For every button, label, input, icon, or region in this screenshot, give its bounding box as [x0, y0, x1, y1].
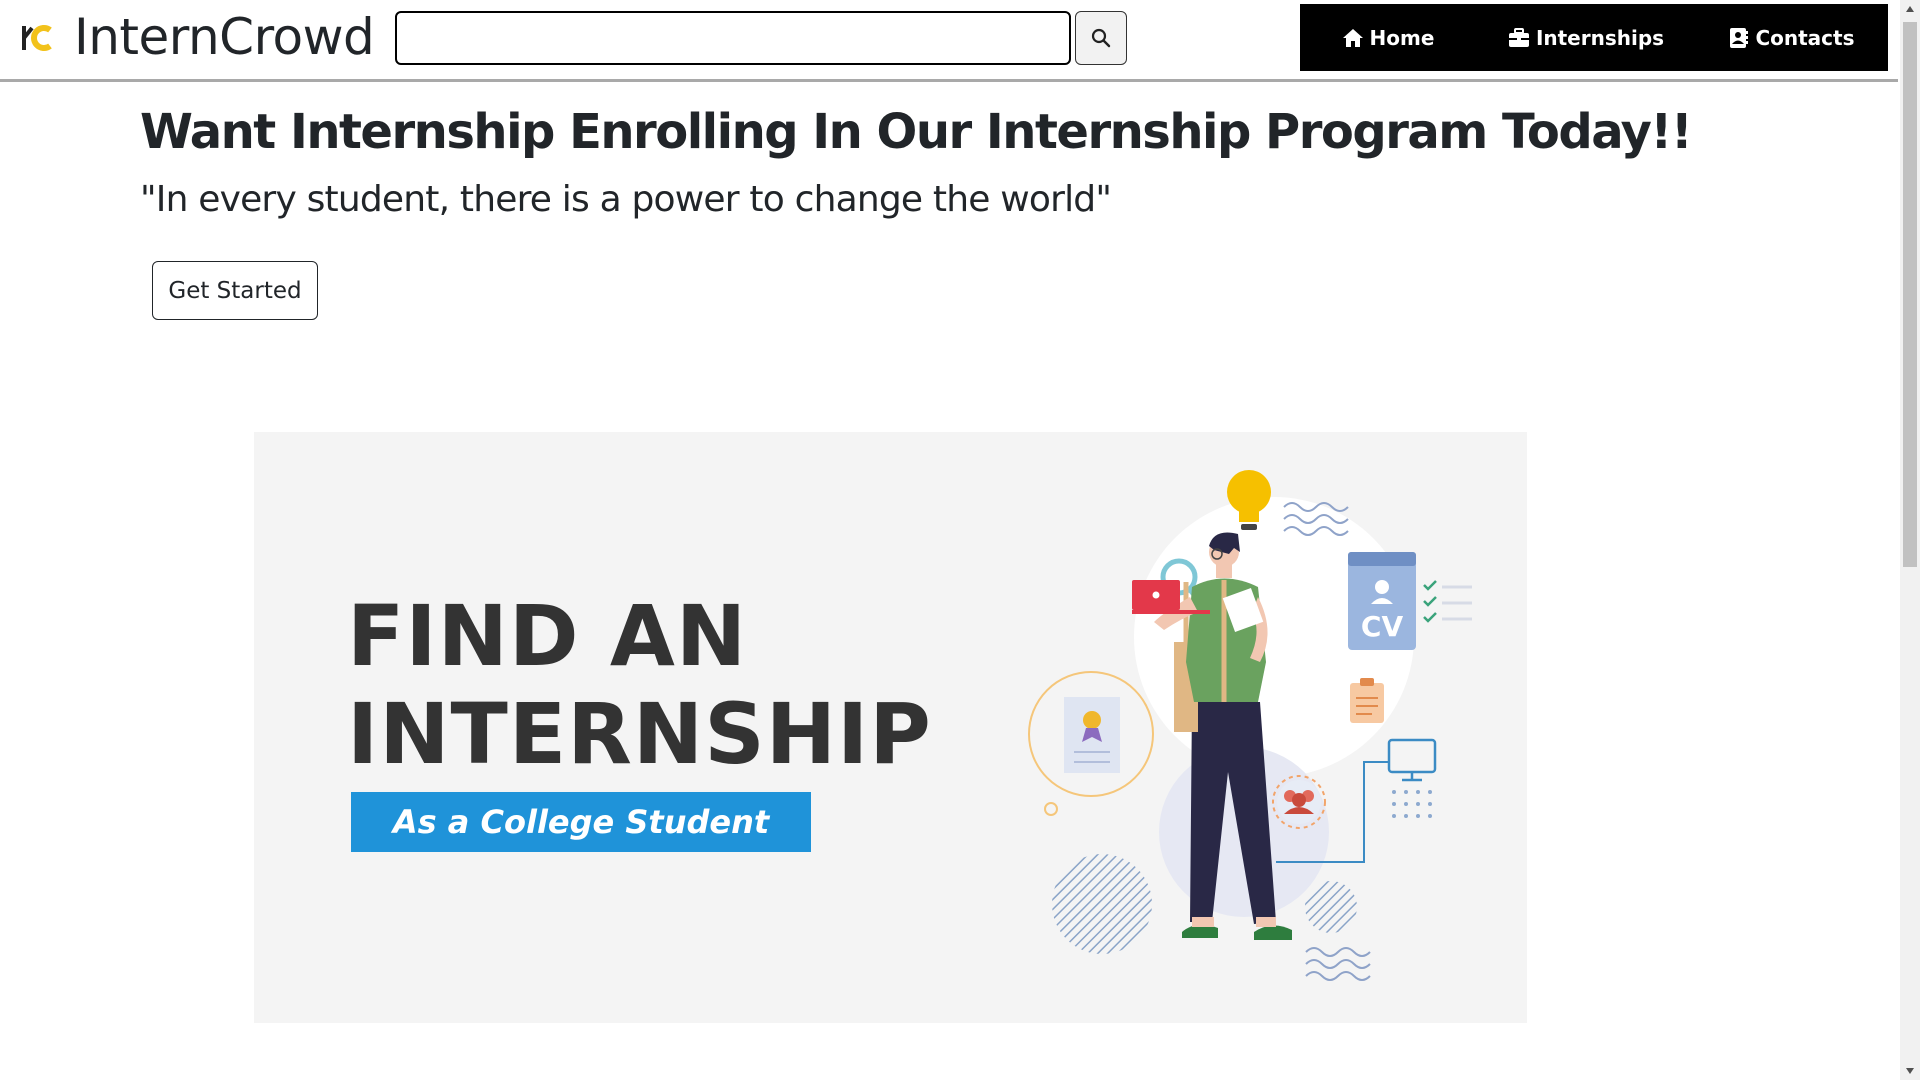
scroll-down-arrow-icon[interactable] [1900, 1062, 1920, 1080]
get-started-button[interactable]: Get Started [152, 261, 318, 320]
briefcase-icon [1508, 27, 1529, 47]
nav-contacts[interactable]: Contacts [1696, 4, 1888, 71]
scroll-up-arrow-icon[interactable] [1900, 0, 1920, 18]
page-title: Want Internship Enrolling In Our Interns… [140, 104, 1693, 160]
hatched-circle-decoration [1052, 854, 1152, 954]
checklist-lines [1442, 585, 1472, 621]
nav-internships-label: Internships [1535, 25, 1665, 50]
contact-card-icon [1730, 27, 1749, 48]
vertical-scrollbar[interactable] [1900, 0, 1920, 1080]
search-button[interactable] [1075, 11, 1127, 65]
search-icon [1091, 28, 1111, 48]
cv-card-icon: CV [1348, 552, 1416, 650]
student-illustration: CV [1028, 470, 1472, 981]
banner-headline-line1: FIND AN [347, 587, 748, 685]
nav-home-label: Home [1369, 25, 1435, 50]
dots-decoration [1392, 790, 1432, 818]
banner-headline-line2: INTERNSHIP [347, 685, 932, 783]
nav-home[interactable]: Home [1300, 4, 1476, 71]
checklist-icon [1423, 580, 1437, 623]
clipboard-icon [1350, 678, 1384, 723]
search-input[interactable] [395, 11, 1071, 65]
certificate-icon [1028, 671, 1154, 816]
scrollbar-thumb[interactable] [1903, 22, 1917, 567]
hatched-circle-small-decoration [1305, 881, 1357, 933]
wave-decoration-bottom-icon [1305, 947, 1371, 981]
cv-label: CV [1361, 610, 1404, 643]
hero-banner-image: FIND AN INTERNSHIP As a College Student [254, 432, 1527, 1023]
main-nav: Home Internships Contacts [1300, 4, 1888, 71]
interncrowd-logo-icon[interactable] [20, 20, 56, 56]
page: InternCrowd Home Internships Contacts Wa… [0, 0, 1920, 1080]
banner-subtitle: As a College Student [351, 792, 811, 852]
banner-headline: FIND AN INTERNSHIP [347, 587, 932, 783]
home-icon [1342, 28, 1363, 47]
brand-name[interactable]: InternCrowd [74, 4, 375, 70]
site-header: InternCrowd Home Internships Contacts [0, 0, 1898, 82]
nav-contacts-label: Contacts [1755, 25, 1855, 50]
hero-quote: "In every student, there is a power to c… [140, 179, 1112, 220]
nav-internships[interactable]: Internships [1476, 4, 1696, 71]
